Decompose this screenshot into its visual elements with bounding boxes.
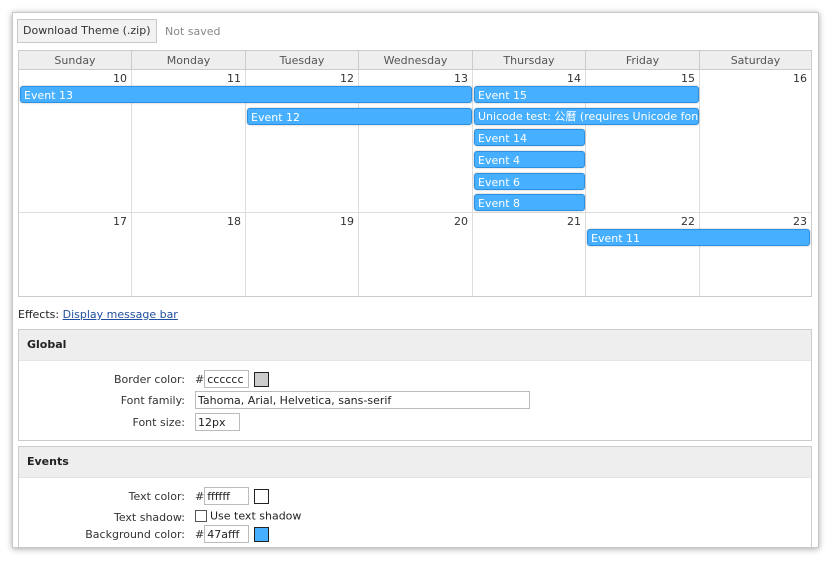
header-sunday: Sunday	[19, 51, 132, 70]
event-15[interactable]: Event 15	[474, 86, 699, 103]
border-color-swatch[interactable]	[254, 371, 270, 387]
font-family-label: Font family:	[120, 394, 185, 407]
hash-prefix: #	[195, 527, 205, 541]
day-number: 13	[454, 72, 468, 85]
event-13[interactable]: Event 13	[20, 86, 472, 103]
event-12[interactable]: Event 12	[247, 108, 472, 125]
day-number: 12	[340, 72, 354, 85]
header-wednesday: Wednesday	[359, 51, 473, 70]
border-color-input[interactable]: cccccc	[204, 370, 250, 388]
text-shadow-checkbox[interactable]	[195, 510, 207, 522]
font-family-input[interactable]: Tahoma, Arial, Helvetica, sans-serif	[195, 391, 530, 409]
day-cell[interactable]: 16	[700, 70, 811, 213]
day-number: 11	[227, 72, 241, 85]
background-color-label: Background color:	[85, 528, 185, 541]
hash-prefix: #	[195, 489, 205, 503]
day-number: 15	[681, 72, 695, 85]
day-cell[interactable]: 21	[473, 213, 586, 296]
event-11[interactable]: Event 11	[587, 229, 810, 246]
day-cell[interactable]: 19	[246, 213, 359, 296]
header-monday: Monday	[132, 51, 246, 70]
day-number: 23	[793, 215, 807, 228]
font-size-label: Font size:	[132, 416, 185, 429]
global-panel: Global Border color: # cccccc Font family…	[18, 329, 812, 441]
text-shadow-option-label: Use text shadow	[210, 509, 302, 523]
events-panel: Events Text color: # ffffff Text shadow: …	[18, 446, 812, 547]
day-cell[interactable]: 22	[586, 213, 700, 296]
effects-label: Effects:	[18, 308, 60, 321]
border-color-label: Border color:	[114, 373, 185, 386]
font-size-row: Font size: 12px	[19, 413, 811, 433]
event-8[interactable]: Event 8	[474, 194, 585, 211]
day-cell[interactable]: 18	[132, 213, 246, 296]
toolbar: Download Theme (.zip) Not saved	[17, 19, 221, 45]
day-number: 18	[227, 215, 241, 228]
day-number: 20	[454, 215, 468, 228]
day-cell[interactable]: 23	[700, 213, 811, 296]
border-color-row: Border color: # cccccc	[19, 370, 811, 390]
text-shadow-label: Text shadow:	[113, 511, 185, 524]
header-thursday: Thursday	[473, 51, 586, 70]
day-number: 19	[340, 215, 354, 228]
header-saturday: Saturday	[700, 51, 811, 70]
text-color-label: Text color:	[128, 490, 185, 503]
header-tuesday: Tuesday	[246, 51, 359, 70]
background-color-swatch[interactable]	[254, 526, 270, 542]
download-theme-button[interactable]: Download Theme (.zip)	[17, 19, 157, 43]
day-number: 21	[567, 215, 581, 228]
event-6[interactable]: Event 6	[474, 173, 585, 190]
event-4[interactable]: Event 4	[474, 151, 585, 168]
text-color-swatch[interactable]	[254, 488, 270, 504]
background-color-row: Background color: #47afff	[19, 525, 811, 545]
day-number: 14	[567, 72, 581, 85]
day-number: 17	[113, 215, 127, 228]
event-unicode-test[interactable]: Unicode test: 公曆 (requires Unicode fonts…	[474, 108, 699, 125]
header-friday: Friday	[586, 51, 700, 70]
day-number: 16	[793, 72, 807, 85]
day-number: 22	[681, 215, 695, 228]
effects-bar: Effects: Display message bar	[18, 308, 178, 321]
save-status: Not saved	[165, 24, 221, 38]
font-family-row: Font family: Tahoma, Arial, Helvetica, s…	[19, 391, 811, 411]
calendar-header-row: Sunday Monday Tuesday Wednesday Thursday…	[19, 51, 811, 70]
day-cell[interactable]: 20	[359, 213, 473, 296]
theme-designer-window: Download Theme (.zip) Not saved Sunday M…	[12, 12, 819, 548]
day-cell[interactable]: 17	[19, 213, 132, 296]
text-color-input[interactable]: ffffff	[204, 487, 250, 505]
day-number: 10	[113, 72, 127, 85]
event-14[interactable]: Event 14	[474, 129, 585, 146]
text-color-row: Text color: # ffffff	[19, 487, 811, 507]
events-panel-title: Events	[19, 447, 811, 478]
display-message-bar-link[interactable]: Display message bar	[63, 308, 178, 321]
font-size-input[interactable]: 12px	[195, 413, 240, 431]
calendar: Sunday Monday Tuesday Wednesday Thursday…	[18, 50, 812, 297]
background-color-input[interactable]: 47afff	[204, 525, 250, 543]
global-panel-title: Global	[19, 330, 811, 361]
hash-prefix: #	[195, 372, 205, 386]
